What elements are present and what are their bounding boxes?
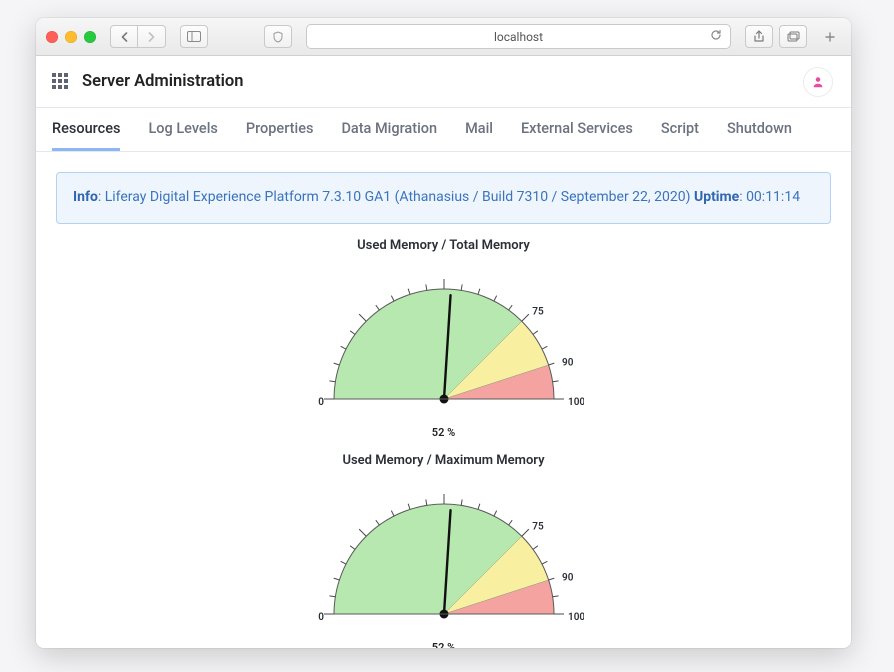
reload-button[interactable]: [710, 29, 722, 44]
tab-mail[interactable]: Mail: [465, 109, 493, 151]
gauge-block-1: Used Memory / Maximum Memory 0 75 90 100 52 %: [56, 453, 831, 648]
tab-loglevels[interactable]: Log Levels: [148, 109, 217, 151]
gauges-container: Used Memory / Total Memory0759010052 %Us…: [56, 238, 831, 648]
gauge-value-label: 52 %: [56, 426, 831, 439]
forward-button[interactable]: [138, 25, 166, 48]
info-box: Info: Liferay Digital Experience Platfor…: [56, 172, 831, 224]
share-button[interactable]: [745, 25, 773, 48]
browser-titlebar: localhost: [36, 18, 851, 56]
gauge-title: Used Memory / Maximum Memory: [56, 453, 831, 468]
address-bar-url: localhost: [494, 30, 543, 44]
svg-text:75: 75: [532, 306, 544, 317]
tab-resources[interactable]: Resources: [52, 109, 120, 151]
tab-datamigration[interactable]: Data Migration: [341, 109, 437, 151]
info-version-text: : Liferay Digital Experience Platform 7.…: [98, 189, 694, 205]
svg-text:100: 100: [568, 612, 584, 623]
gauge-chart: 0 75 90 100: [304, 474, 584, 634]
minimize-window-button[interactable]: [65, 31, 77, 43]
gauge-chart: 0 75 90 100: [304, 259, 584, 419]
uptime-value: : 00:11:14: [739, 189, 800, 205]
app-grid-icon[interactable]: [52, 73, 70, 91]
uptime-label: Uptime: [694, 189, 739, 205]
user-icon: [811, 75, 825, 89]
nav-back-forward: [110, 25, 166, 48]
svg-text:75: 75: [532, 521, 544, 532]
new-tab-button[interactable]: [819, 31, 841, 43]
reader-button[interactable]: [264, 25, 292, 48]
address-bar[interactable]: localhost: [306, 24, 731, 49]
gauge-wrap: 0 75 90 100: [304, 474, 584, 634]
tab-script[interactable]: Script: [661, 109, 699, 151]
page-header: Server Administration: [36, 56, 851, 108]
tabs-icon: [787, 31, 800, 42]
user-avatar[interactable]: [803, 67, 833, 97]
plus-icon: [824, 31, 836, 43]
tab-bar: Resources Log Levels Properties Data Migrat…: [36, 108, 851, 152]
gauge-title: Used Memory / Total Memory: [56, 238, 831, 253]
tab-properties[interactable]: Properties: [246, 109, 314, 151]
sidebar-toggle-button[interactable]: [180, 25, 208, 48]
tab-shutdown[interactable]: Shutdown: [727, 109, 792, 151]
close-window-button[interactable]: [46, 31, 58, 43]
titlebar-right: [745, 25, 807, 48]
svg-text:0: 0: [318, 397, 324, 408]
reload-icon: [710, 29, 722, 41]
gauge-wrap: 0 75 90 100: [304, 259, 584, 419]
zoom-window-button[interactable]: [84, 31, 96, 43]
gauge-block-0: Used Memory / Total Memory 0 75 90 100 52 %: [56, 238, 831, 439]
content-area: Info: Liferay Digital Experience Platfor…: [36, 152, 851, 648]
chevron-left-icon: [120, 32, 129, 42]
info-label: Info: [73, 189, 98, 205]
browser-window: localhost Server Administration Resource…: [36, 18, 851, 648]
svg-text:0: 0: [318, 612, 324, 623]
svg-text:90: 90: [562, 357, 574, 368]
window-controls: [46, 31, 96, 43]
page-title: Server Administration: [82, 72, 243, 91]
shield-icon: [272, 31, 284, 43]
sidebar-icon: [187, 31, 201, 42]
tab-external[interactable]: External Services: [521, 109, 633, 151]
chevron-right-icon: [147, 32, 156, 42]
back-button[interactable]: [110, 25, 138, 48]
svg-text:100: 100: [568, 397, 584, 408]
share-icon: [753, 30, 765, 43]
gauge-value-label: 52 %: [56, 641, 831, 648]
tabs-button[interactable]: [779, 25, 807, 48]
svg-text:90: 90: [562, 572, 574, 583]
